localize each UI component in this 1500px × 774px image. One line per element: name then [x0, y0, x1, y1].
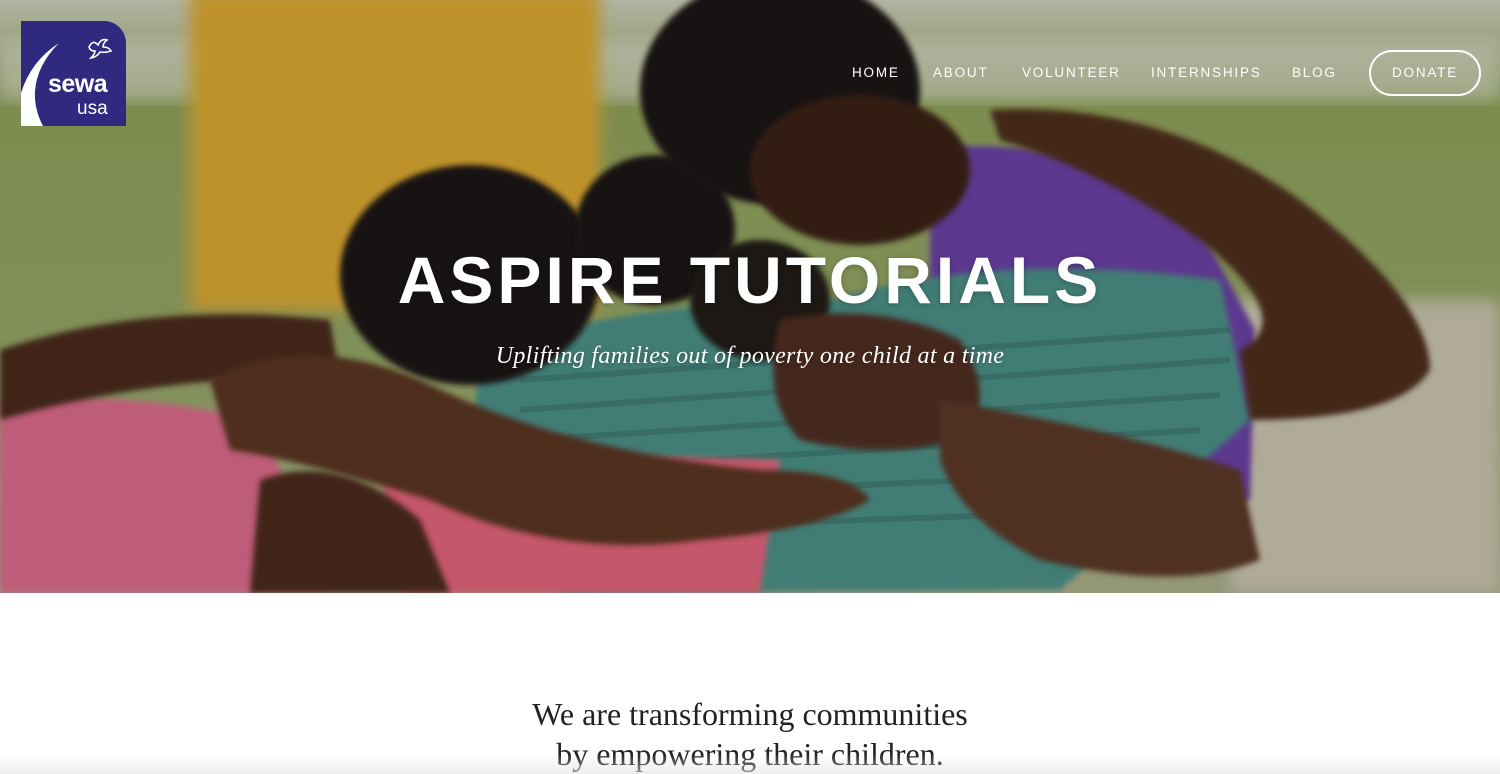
nav-about[interactable]: ABOUT: [933, 62, 989, 84]
nav-internships[interactable]: INTERNSHIPS: [1151, 62, 1262, 84]
hero-title: ASPIRE TUTORIALS: [397, 243, 1103, 317]
intro-line-1: We are transforming communities: [532, 696, 968, 732]
nav-home[interactable]: HOME: [852, 62, 900, 84]
sewa-usa-logo[interactable]: sewa usa: [21, 21, 126, 126]
nav-blog[interactable]: BLOG: [1292, 62, 1337, 84]
nav-volunteer[interactable]: VOLUNTEER: [1022, 62, 1121, 84]
hero-banner: ASPIRE TUTORIALS Uplifting families out …: [0, 0, 1500, 593]
dove-icon: [88, 38, 113, 60]
donate-button[interactable]: DONATE: [1369, 50, 1481, 96]
logo-region: usa: [77, 98, 108, 119]
logo-wordmark: sewa: [48, 70, 108, 98]
bottom-fade: [0, 754, 1500, 774]
hero-subtitle: Uplifting families out of poverty one ch…: [495, 343, 1005, 369]
